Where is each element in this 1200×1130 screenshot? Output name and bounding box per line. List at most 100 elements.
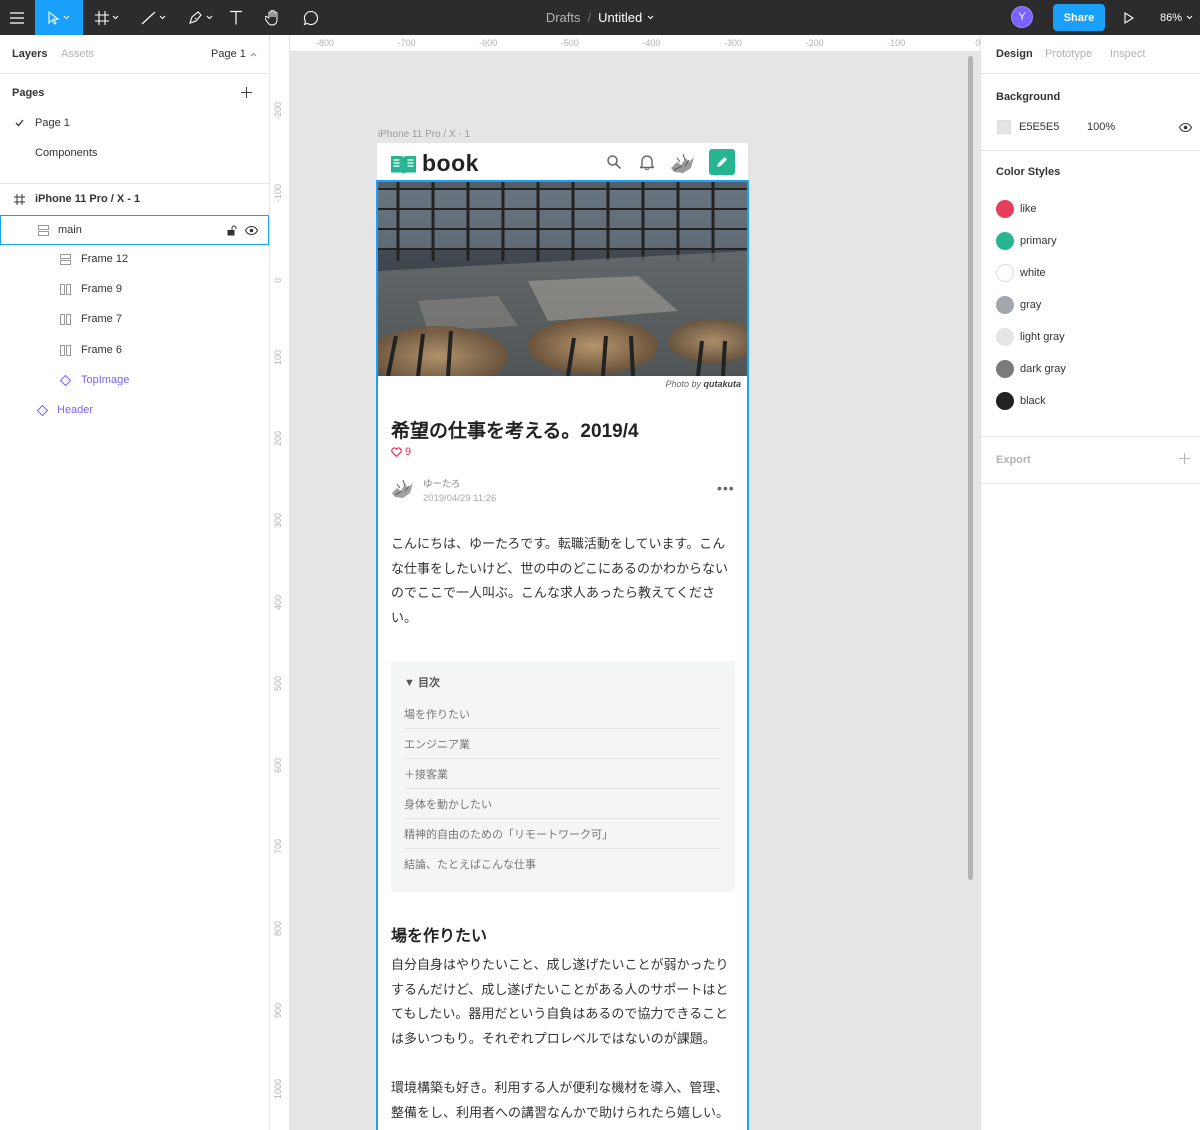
toc-item[interactable]: 精神的自由のための「リモートワーク可」	[404, 819, 721, 849]
color-style-name: dark gray	[1020, 363, 1066, 375]
text-tool-button[interactable]	[224, 0, 248, 35]
zoom-level[interactable]: 86%	[1160, 0, 1193, 35]
play-icon	[1124, 11, 1134, 24]
chevron-down-icon	[112, 15, 119, 20]
auto-layout-vertical-icon	[60, 253, 71, 265]
tab-inspect[interactable]: Inspect	[1110, 48, 1145, 60]
color-style-item[interactable]: light gray	[981, 328, 1200, 348]
layer-label: Frame 7	[81, 313, 122, 325]
color-style-item[interactable]: dark gray	[981, 360, 1200, 380]
layer-topimage[interactable]: TopImage	[0, 370, 269, 390]
user-avatar[interactable]: Y	[1011, 6, 1033, 28]
divider	[981, 436, 1200, 437]
layer-frame-9[interactable]: Frame 9	[0, 279, 269, 299]
search-icon[interactable]	[607, 155, 621, 169]
more-options-icon[interactable]: •••	[717, 480, 735, 496]
color-style-name: like	[1020, 203, 1037, 215]
ruler-tick-label: 500	[273, 676, 283, 692]
color-style-item[interactable]: primary	[981, 232, 1200, 252]
layer-frame-12[interactable]: Frame 12	[0, 249, 269, 269]
toc-item[interactable]: 身体を動かしたい	[404, 789, 721, 819]
present-button[interactable]	[1118, 0, 1140, 35]
component-instance-icon	[60, 374, 71, 386]
toc-item[interactable]: 場を作りたい	[404, 699, 721, 729]
author-name[interactable]: ゆーたろ	[423, 476, 460, 490]
color-style-item[interactable]: like	[981, 200, 1200, 220]
write-post-button[interactable]	[709, 149, 735, 175]
auto-layout-horizontal-icon	[60, 344, 71, 356]
photo-credit-prefix: Photo by	[665, 379, 701, 389]
page-selector[interactable]: Page 1	[211, 48, 257, 60]
ruler-tick-label: -100	[273, 183, 283, 202]
ruler-tick-label: -300	[723, 38, 743, 48]
layer-header[interactable]: Header	[0, 400, 269, 420]
layer-iphone-frame[interactable]: iPhone 11 Pro / X - 1	[0, 189, 269, 209]
color-style-item[interactable]: black	[981, 392, 1200, 412]
ruler-tick-label: 900	[273, 1002, 283, 1018]
tab-layers[interactable]: Layers	[12, 48, 47, 60]
photo-credit: Photo by qutakuta	[377, 379, 741, 389]
layer-label: Frame 9	[81, 283, 122, 295]
section-paragraph: 環境構築も好き。利用する人が便利な機材を導入、管理、整備をし、利用者への講習なん…	[391, 1080, 730, 1120]
layer-frame-7[interactable]: Frame 7	[0, 309, 269, 329]
ruler-tick-label: 600	[273, 757, 283, 773]
like-button[interactable]: 9	[391, 446, 411, 458]
share-button[interactable]: Share	[1053, 4, 1105, 31]
heart-icon	[391, 447, 402, 457]
add-export-plus-icon[interactable]	[1179, 453, 1190, 464]
tab-assets[interactable]: Assets	[61, 48, 94, 60]
page-selector-label: Page 1	[211, 48, 246, 60]
iphone-frame[interactable]: book Photo by qutakuta 希望の仕事を考える。2019/4 …	[377, 143, 748, 1130]
pen-tool-button[interactable]	[180, 0, 220, 35]
frame-label[interactable]: iPhone 11 Pro / X - 1	[378, 129, 470, 140]
unlock-icon[interactable]	[227, 225, 237, 236]
toc-heading[interactable]: ▼ 目次	[404, 674, 440, 690]
page-item-page-1[interactable]: Page 1	[0, 113, 269, 133]
background-hex[interactable]: E5E5E5	[1019, 121, 1059, 133]
layer-label: Frame 6	[81, 344, 122, 356]
photo-credit-author[interactable]: qutakuta	[703, 379, 741, 389]
ruler-tick-label: -100	[887, 38, 906, 48]
frame-tool-button[interactable]	[87, 0, 127, 35]
canvas-scrollbar[interactable]	[968, 56, 973, 880]
toc-item[interactable]: 結論、たとえばこんな仕事	[404, 849, 721, 879]
layer-main[interactable]: main	[0, 215, 269, 245]
line-tool-button[interactable]	[133, 0, 173, 35]
breadcrumb-drafts[interactable]: Drafts	[546, 10, 581, 25]
bell-icon[interactable]	[640, 154, 654, 170]
page-item-components[interactable]: Components	[0, 143, 269, 163]
toc-item[interactable]: エンジニア業	[404, 729, 721, 759]
chevron-down-icon[interactable]	[647, 15, 654, 20]
comment-tool-button[interactable]	[298, 0, 324, 35]
color-swatch	[996, 392, 1014, 410]
author-avatar[interactable]	[390, 477, 416, 499]
eye-icon[interactable]	[1179, 123, 1192, 132]
color-swatch	[996, 328, 1014, 346]
layer-label: iPhone 11 Pro / X - 1	[35, 193, 141, 205]
color-style-item[interactable]: white	[981, 264, 1200, 284]
file-name[interactable]: Untitled	[598, 10, 642, 25]
divider	[0, 73, 269, 74]
divider	[981, 73, 1200, 74]
add-page-plus-icon[interactable]	[241, 87, 252, 98]
layer-frame-6[interactable]: Frame 6	[0, 340, 269, 360]
page-item-label: Page 1	[35, 117, 70, 129]
breadcrumb-separator: /	[587, 10, 592, 25]
tab-design[interactable]: Design	[996, 48, 1033, 60]
hand-tool-button[interactable]	[260, 0, 286, 35]
ruler-tick-label: -800	[315, 38, 335, 48]
main-menu-button[interactable]	[0, 0, 33, 35]
properties-panel: Design Prototype Inspect Background E5E5…	[980, 35, 1200, 1130]
comment-bubble-icon	[303, 10, 319, 25]
background-opacity[interactable]: 100%	[1087, 121, 1115, 133]
section-title: 場を作りたい	[391, 928, 488, 945]
tab-prototype[interactable]: Prototype	[1045, 48, 1092, 60]
divider	[0, 183, 269, 184]
background-swatch[interactable]	[997, 120, 1011, 134]
eye-icon[interactable]	[245, 225, 258, 235]
user-avatar[interactable]	[668, 150, 696, 175]
logo: book	[390, 150, 479, 177]
color-style-item[interactable]: gray	[981, 296, 1200, 316]
toc-item[interactable]: ＋接客業	[404, 759, 721, 789]
move-tool-button[interactable]	[35, 0, 83, 35]
